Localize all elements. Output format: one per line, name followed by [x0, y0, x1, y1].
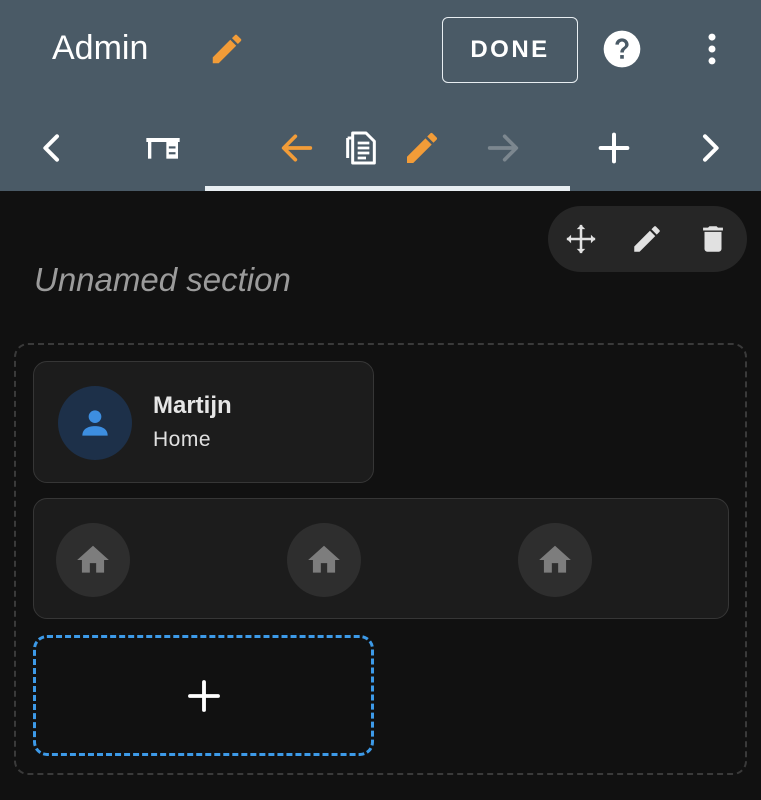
plus-icon [187, 679, 220, 712]
delete-section-button[interactable] [696, 222, 730, 256]
home-tile-2[interactable] [287, 523, 361, 597]
help-button[interactable] [600, 27, 644, 71]
view-tab-desk[interactable] [143, 128, 183, 168]
edit-section-button[interactable] [630, 222, 664, 256]
home-tile-1[interactable] [56, 523, 130, 597]
view-tab-sections[interactable] [341, 128, 381, 168]
account-icon [82, 410, 108, 436]
tiles-card [33, 498, 729, 619]
move-view-left-button[interactable] [277, 128, 317, 168]
desk-icon [146, 138, 180, 159]
scroll-views-right-button[interactable] [690, 128, 730, 168]
delete-icon [703, 226, 723, 252]
pencil-icon [212, 34, 242, 64]
add-view-button[interactable] [594, 128, 634, 168]
home-icon [539, 545, 571, 573]
home-icon [77, 545, 109, 573]
arrow-left-icon [281, 134, 313, 162]
more-options-button[interactable] [690, 27, 734, 71]
home-tile-3[interactable] [518, 523, 592, 597]
move-section-button[interactable] [564, 222, 598, 256]
edit-view-button[interactable] [402, 128, 442, 168]
top-app-bar: Admin DONE [0, 0, 761, 191]
pencil-icon [407, 132, 438, 163]
dots-vertical-icon [708, 33, 716, 65]
scroll-views-left-button[interactable] [32, 128, 72, 168]
section-title[interactable]: Unnamed section [34, 258, 291, 302]
move-icon [566, 224, 596, 254]
chevron-left-icon [43, 134, 59, 162]
help-circle-icon [603, 30, 641, 68]
done-button[interactable]: DONE [442, 17, 578, 83]
view-toolbar [0, 112, 761, 191]
chevron-right-icon [703, 134, 719, 162]
move-view-right-button[interactable] [483, 128, 523, 168]
avatar [58, 386, 132, 460]
edit-title-button[interactable] [208, 30, 246, 68]
active-tab-indicator [205, 186, 570, 191]
person-name: Martijn [153, 392, 232, 419]
arrow-right-icon [487, 134, 519, 162]
sections-icon [346, 131, 376, 165]
dashboard-title: Admin [52, 29, 149, 67]
person-state: Home [153, 428, 212, 451]
person-card[interactable]: Martijn Home [33, 361, 374, 483]
pencil-icon [634, 226, 660, 252]
plus-icon [598, 132, 630, 164]
home-icon [308, 545, 340, 573]
section-toolbar [548, 206, 747, 272]
add-card-button[interactable] [33, 635, 374, 756]
